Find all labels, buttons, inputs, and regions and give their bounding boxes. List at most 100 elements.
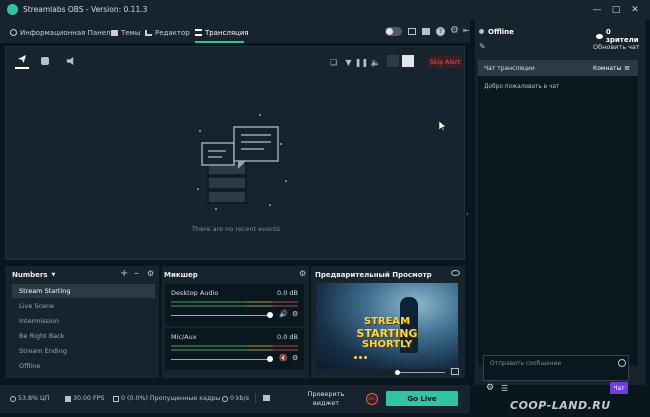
nav-dashboard[interactable]: Информационная Панель	[10, 26, 115, 39]
close-icon[interactable]: ✕	[627, 3, 643, 17]
source-settings-gear-icon[interactable]: ⚙	[292, 310, 298, 318]
volume-meter	[171, 349, 298, 351]
watermark-logo: COOP-LAND.RU	[510, 399, 611, 412]
chat-message-input[interactable]: Отправить сообщение	[490, 360, 561, 367]
scene-item[interactable]: Intermission	[12, 314, 155, 328]
stream-status: Offline	[488, 28, 514, 36]
recent-events-panel: ❏ ▼ ❚❚ 🔈 Skip Alert There are no recent …	[5, 46, 465, 260]
chat-header-title: Чат трансляции	[484, 65, 535, 72]
studio-mode-icon[interactable]	[422, 28, 430, 35]
test-widget-button[interactable]: Проверить виджет	[306, 390, 346, 408]
clock-icon	[222, 395, 228, 402]
events-tab-donations-icon[interactable]	[41, 57, 49, 65]
night-mode-toggle[interactable]	[385, 27, 402, 36]
skip-alert-button[interactable]: Skip Alert	[428, 56, 462, 68]
bitrate: 0 kb/s	[222, 395, 249, 402]
viewer-count: 0 зрители	[596, 28, 645, 44]
emoji-icon[interactable]	[618, 359, 626, 367]
volume-slider-knob[interactable]	[267, 312, 273, 318]
preview-zoom-knob[interactable]	[395, 370, 400, 375]
empty-events-illustration-icon	[186, 109, 296, 219]
preview-image-icon[interactable]	[451, 368, 459, 375]
divider	[255, 393, 256, 403]
chat-messages: Добро пожаловать в чат	[478, 76, 638, 366]
scene-item[interactable]: Live Scene	[12, 299, 155, 313]
viewer-count-label: 0 зрители	[605, 28, 639, 44]
chat-user-list-icon[interactable]: ☰	[501, 384, 508, 393]
scene-item-label: Offline	[19, 362, 41, 370]
broadcast-icon	[195, 29, 202, 36]
rooms-menu-icon: ≡	[624, 64, 631, 72]
scene-item[interactable]: Stream Ending	[12, 344, 155, 358]
chat-settings-gear-icon[interactable]: ⚙	[486, 383, 494, 393]
chat-panel: Offline 0 зрители ✎ Обновить чат Чат тра…	[475, 20, 645, 394]
help-icon[interactable]: ?	[436, 27, 445, 36]
folder-icon[interactable]	[263, 395, 270, 401]
volume-slider-knob[interactable]	[267, 356, 273, 362]
toggle-knob	[386, 28, 393, 35]
edit-stream-info-pencil-icon[interactable]: ✎	[479, 42, 486, 51]
preview-text-line: SHORTLY	[361, 339, 413, 350]
maximize-icon[interactable]: □	[608, 3, 624, 17]
nav-themes[interactable]: Темы	[111, 26, 140, 39]
nav-broadcast-label: Трансляция	[205, 28, 249, 37]
refresh-chat-button[interactable]: Обновить чат	[593, 43, 640, 51]
rooms-label: Комнаты	[593, 64, 622, 72]
pause-icon[interactable]: ❚❚	[355, 57, 368, 68]
volume-icon[interactable]: 🔈	[370, 57, 381, 68]
offline-status-dot	[479, 29, 484, 34]
nav-editor[interactable]: Редактор	[145, 26, 190, 39]
chat-input-box[interactable]: Отправить сообщение	[483, 355, 629, 381]
volume-meter	[171, 301, 298, 303]
source-settings-gear-icon[interactable]: ⚙	[292, 354, 298, 362]
app-logo-icon	[7, 4, 18, 15]
cpu-icon	[10, 395, 16, 402]
preview-visibility-eye-icon[interactable]	[451, 270, 460, 276]
chat-send-button[interactable]: Чат	[610, 382, 628, 394]
add-scene-icon[interactable]: +	[120, 268, 128, 279]
scene-item-label: Intermission	[19, 317, 59, 325]
view-grid-icon[interactable]	[387, 55, 399, 67]
scene-item[interactable]: Offline	[12, 359, 155, 373]
minimize-icon[interactable]: —	[589, 3, 605, 17]
cpu-usage-label: 53.8% ЦП	[18, 395, 50, 402]
scene-item-label: Be Right Back	[19, 332, 65, 340]
events-tab-announcements-icon[interactable]	[66, 57, 74, 65]
mixer-source-db: 0.0 dB	[277, 289, 298, 297]
settings-gear-icon[interactable]: ⚙	[450, 25, 459, 36]
dropped-frames-label: 0 (0.0%) Пропущенные кадры	[121, 395, 221, 402]
preview-zoom-slider[interactable]	[395, 372, 445, 373]
muted-speaker-icon[interactable]: 🔇	[279, 354, 288, 362]
volume-meter	[171, 305, 298, 307]
nav-broadcast[interactable]: Трансляция	[195, 26, 249, 39]
bitrate-label: 0 kb/s	[230, 395, 250, 402]
go-live-button[interactable]: Go Live	[386, 391, 458, 406]
view-list-icon[interactable]	[402, 55, 414, 67]
scene-collection-selector[interactable]: Numbers ▼	[12, 271, 55, 279]
dropped-frames: 0 (0.0%) Пропущенные кадры	[113, 395, 220, 402]
popout-icon[interactable]: ❏	[328, 57, 339, 68]
mixer-source-desktop-audio: Desktop Audio 0.0 dB 🔊 ⚙	[165, 284, 304, 326]
dashboard-icon	[10, 29, 17, 36]
scene-item[interactable]: Be Right Back	[12, 329, 155, 343]
scene-settings-gear-icon[interactable]: ⚙	[147, 269, 154, 278]
empty-events-text: There are no recent events	[191, 225, 281, 233]
volume-slider[interactable]	[171, 359, 271, 360]
scene-item[interactable]: Stream Starting	[12, 284, 155, 298]
record-button[interactable]: REC	[366, 393, 378, 405]
mouse-cursor-icon	[439, 121, 446, 131]
events-tab-alerts[interactable]	[15, 55, 29, 69]
chat-collapse-handle[interactable]: ›	[466, 210, 472, 220]
title-bar: Streamlabs OBS - Version: 0.11.3 — □ ✕	[0, 0, 650, 20]
layout-icon[interactable]	[408, 28, 416, 35]
mixer-settings-gear-icon[interactable]: ⚙	[299, 269, 306, 278]
speaker-icon[interactable]: 🔊	[279, 310, 288, 318]
chat-welcome-message: Добро пожаловать в чат	[484, 84, 560, 90]
volume-slider[interactable]	[171, 315, 271, 316]
rooms-button[interactable]: Комнаты ≡	[593, 64, 630, 72]
filter-icon[interactable]: ▼	[343, 57, 354, 68]
preview-dot-indicator	[354, 356, 367, 359]
themes-icon	[111, 29, 118, 36]
remove-scene-icon[interactable]: –	[134, 268, 139, 279]
logout-icon[interactable]: ⇤	[463, 26, 470, 35]
